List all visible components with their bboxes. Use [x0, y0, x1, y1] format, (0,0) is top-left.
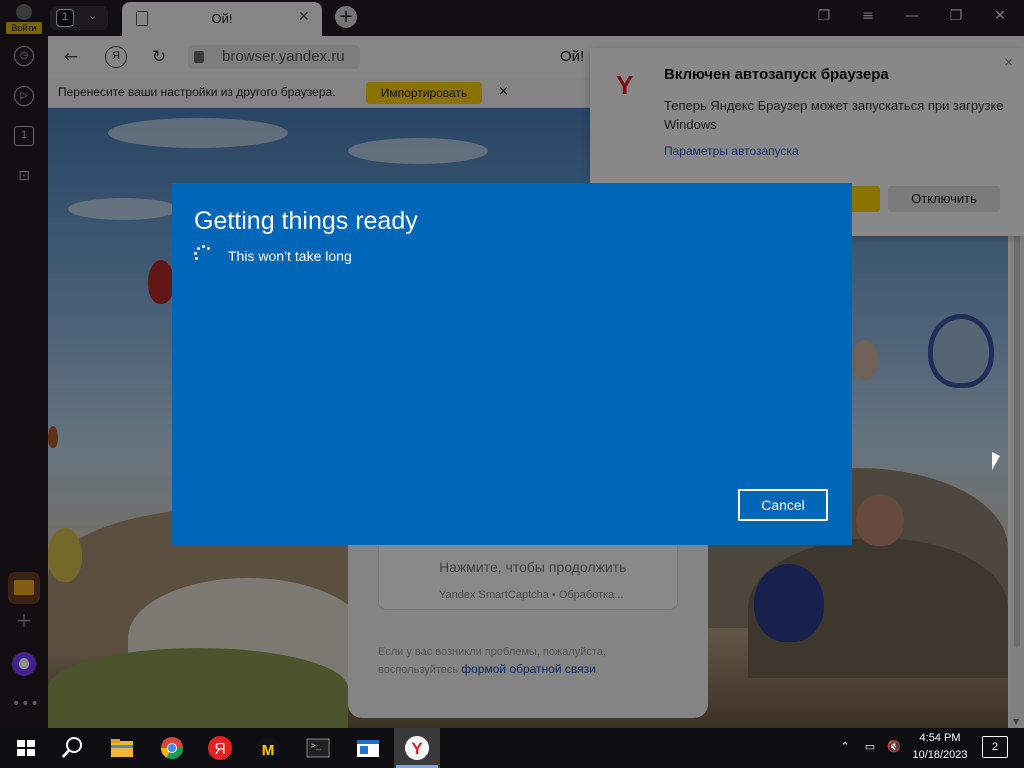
clock-time[interactable]: 4:54 PM — [906, 732, 974, 744]
svg-text:м: м — [261, 739, 274, 759]
windows-taskbar: Я м >_ Y ⌃ ▭ 🔇 4:54 PM 10/18/2023 2 — [0, 728, 1024, 768]
cancel-button[interactable]: Cancel — [738, 489, 828, 521]
clock-date[interactable]: 10/18/2023 — [906, 749, 974, 761]
loading-spinner-icon — [194, 245, 212, 263]
chrome-icon[interactable] — [158, 734, 186, 762]
search-icon[interactable] — [58, 734, 86, 762]
mouse-cursor-icon — [992, 452, 1000, 470]
svg-text:Я: Я — [214, 741, 226, 758]
windows-setup-dialog: Getting things ready This won’t take lon… — [172, 183, 852, 545]
network-icon[interactable]: ▭ — [860, 740, 880, 753]
windows-start-icon[interactable] — [12, 734, 40, 762]
terminal-icon[interactable]: >_ — [304, 734, 332, 762]
file-explorer-icon[interactable] — [108, 734, 136, 762]
yandex-browser-taskbar-icon[interactable]: Y — [394, 728, 440, 768]
svg-text:Y: Y — [411, 739, 423, 758]
dialog-subtitle: This won’t take long — [228, 248, 352, 264]
notification-center-icon[interactable]: 2 — [982, 736, 1008, 758]
volume-muted-icon[interactable]: 🔇 — [884, 740, 904, 753]
dialog-title: Getting things ready — [194, 207, 418, 235]
chevron-up-icon[interactable]: ⌃ — [836, 740, 854, 753]
window-app-icon[interactable] — [354, 734, 382, 762]
svg-text:>_: >_ — [311, 741, 321, 750]
yandex-app-icon[interactable]: Я — [206, 734, 234, 762]
market-icon[interactable]: м — [254, 734, 282, 762]
